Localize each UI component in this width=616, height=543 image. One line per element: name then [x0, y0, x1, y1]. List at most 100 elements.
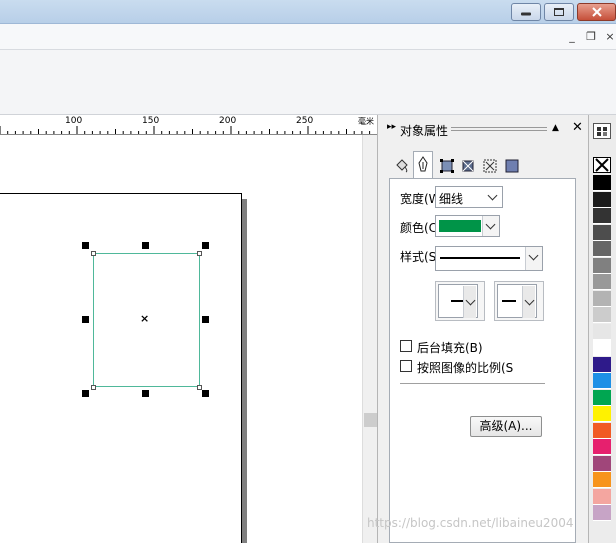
- general-icon: [440, 159, 454, 173]
- close-icon: [591, 7, 602, 17]
- chevron-down-icon: [524, 295, 535, 306]
- palette-swatch[interactable]: [593, 323, 611, 340]
- docker-close-icon[interactable]: ✕: [572, 120, 583, 135]
- chevron-down-icon: [485, 219, 496, 230]
- palette-swatch[interactable]: [593, 241, 611, 257]
- tab-fill[interactable]: [392, 155, 412, 177]
- docker-title: 对象属性: [400, 124, 449, 138]
- resize-handle-left[interactable]: [82, 316, 89, 323]
- advanced-button[interactable]: 高级(A)...: [470, 416, 542, 437]
- summary-icon: [483, 159, 497, 173]
- outline-properties-panel: 宽度(W 细线 颜色(C 样式(S 后台填充(B) 按照图像的比例(S 高级(A…: [389, 178, 576, 543]
- start-arrow-field[interactable]: [438, 284, 478, 318]
- start-arrow-dropdown-button[interactable]: [463, 286, 476, 318]
- scale-with-image-label: 按照图像的比例(S: [417, 361, 514, 375]
- ruler-label-150: 150: [142, 116, 160, 126]
- maximize-icon: [554, 8, 564, 16]
- width-select[interactable]: 细线: [435, 186, 503, 208]
- outline-color-swatch: [439, 220, 481, 232]
- palette-swatch[interactable]: [593, 373, 611, 389]
- tab-detail[interactable]: [458, 155, 478, 177]
- tab-general[interactable]: [437, 155, 457, 177]
- resize-handle-bottom-right[interactable]: [202, 390, 209, 397]
- palette-swatch[interactable]: [593, 340, 611, 356]
- chevron-down-icon: [465, 295, 476, 306]
- menu-bar: _ ❐ ×: [0, 24, 616, 50]
- palette-swatch[interactable]: [593, 175, 611, 191]
- palette-swatch[interactable]: [593, 307, 611, 323]
- vertical-scrollbar[interactable]: [362, 135, 377, 543]
- scale-with-image-checkbox[interactable]: [400, 360, 412, 372]
- palette-swatch[interactable]: [593, 505, 611, 521]
- center-marker-icon[interactable]: ×: [140, 312, 149, 325]
- tab-outline[interactable]: [413, 151, 433, 179]
- internet-icon: [505, 159, 519, 173]
- end-arrow-sample: [502, 300, 516, 302]
- tab-summary[interactable]: [480, 155, 500, 177]
- palette-swatch[interactable]: [593, 472, 611, 488]
- end-arrow-dropdown-button[interactable]: [522, 286, 535, 318]
- palette-swatch[interactable]: [593, 356, 611, 373]
- resize-handle-bottom[interactable]: [142, 390, 149, 397]
- property-bar: [0, 50, 616, 115]
- start-arrow-select[interactable]: [435, 281, 485, 321]
- document-minimize-button[interactable]: _: [564, 29, 580, 45]
- detail-icon: [462, 160, 474, 172]
- ruler-label-200: 200: [219, 116, 237, 126]
- divider: [400, 383, 545, 384]
- docker-up-icon[interactable]: ▲: [552, 123, 559, 133]
- outline-color-picker[interactable]: [435, 215, 500, 237]
- document-close-button[interactable]: ×: [602, 29, 616, 45]
- close-button[interactable]: [577, 3, 616, 21]
- end-arrow-field[interactable]: [497, 284, 537, 318]
- corner-node[interactable]: [91, 385, 96, 390]
- palette-swatch[interactable]: [593, 439, 611, 455]
- collapse-docker-icon[interactable]: ▸▸: [387, 122, 396, 132]
- palette-swatch[interactable]: [593, 224, 611, 241]
- no-color-swatch[interactable]: [593, 157, 611, 173]
- style-label: 样式(S: [400, 250, 437, 264]
- resize-handle-top-left[interactable]: [82, 242, 89, 249]
- palette-swatch[interactable]: [593, 488, 611, 505]
- behind-fill-label: 后台填充(B): [417, 341, 483, 355]
- ruler-ticks: [0, 126, 371, 134]
- style-dropdown-button[interactable]: [525, 247, 542, 270]
- fill-icon: [396, 159, 408, 173]
- palette-swatch[interactable]: [593, 274, 611, 290]
- palette-swatch[interactable]: [593, 406, 611, 422]
- corner-node[interactable]: [197, 251, 202, 256]
- tab-internet[interactable]: [502, 155, 522, 177]
- ruler-label-100: 100: [65, 116, 83, 126]
- color-palette: [588, 115, 616, 543]
- palette-swatch[interactable]: [593, 422, 611, 439]
- maximize-button[interactable]: [544, 3, 574, 21]
- palette-menu-button[interactable]: [593, 123, 611, 139]
- resize-handle-top-right[interactable]: [202, 242, 209, 249]
- chevron-down-icon: [528, 250, 539, 261]
- minimize-icon: [521, 12, 531, 16]
- document-restore-button[interactable]: ❐: [583, 29, 599, 45]
- minimize-button[interactable]: [511, 3, 541, 21]
- palette-swatch[interactable]: [593, 257, 611, 274]
- palette-swatch[interactable]: [593, 455, 611, 472]
- line-style-select[interactable]: [435, 246, 543, 271]
- docker-grip[interactable]: [451, 127, 547, 131]
- resize-handle-top[interactable]: [142, 242, 149, 249]
- behind-fill-checkbox[interactable]: [400, 340, 412, 352]
- page-shadow: [242, 199, 247, 543]
- palette-swatch[interactable]: [593, 208, 611, 224]
- watermark-text: https://blog.csdn.net/libaineu2004: [367, 516, 574, 530]
- palette-swatch[interactable]: [593, 191, 611, 208]
- end-arrow-select[interactable]: [494, 281, 544, 321]
- width-dropdown-button[interactable]: [485, 187, 502, 207]
- palette-swatch[interactable]: [593, 290, 611, 307]
- ruler-label-250: 250: [296, 116, 314, 126]
- palette-swatch[interactable]: [593, 389, 611, 406]
- resize-handle-bottom-left[interactable]: [82, 390, 89, 397]
- horizontal-ruler[interactable]: 100 150 200 250 毫米: [0, 115, 377, 135]
- resize-handle-right[interactable]: [202, 316, 209, 323]
- corner-node[interactable]: [91, 251, 96, 256]
- color-dropdown-button[interactable]: [482, 216, 499, 236]
- scrollbar-thumb[interactable]: [364, 413, 377, 427]
- color-label: 颜色(C: [400, 221, 438, 235]
